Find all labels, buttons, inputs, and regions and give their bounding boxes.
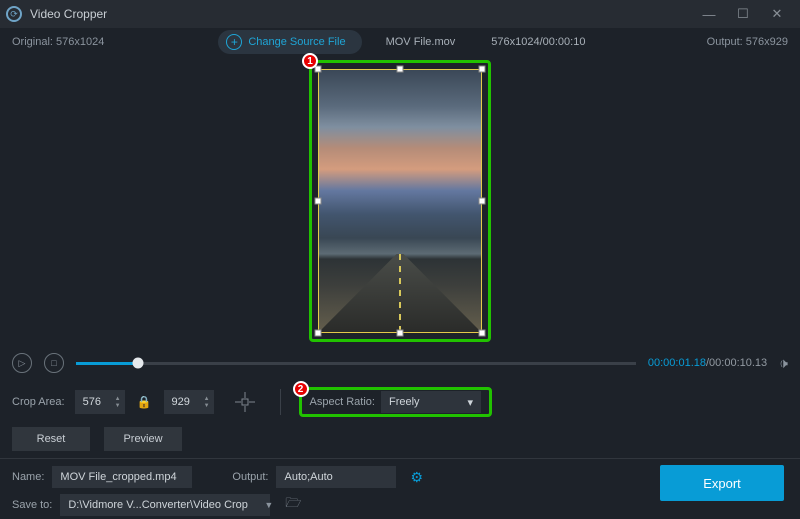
aspect-ratio-label: Aspect Ratio: bbox=[310, 396, 375, 408]
crop-handle-n[interactable] bbox=[397, 66, 404, 73]
preview-area: 1 bbox=[0, 56, 800, 346]
divider bbox=[0, 458, 800, 459]
aspect-ratio-highlight: 2 Aspect Ratio: Freely ▾ bbox=[299, 387, 492, 417]
gear-icon[interactable]: ⚙ bbox=[410, 469, 423, 486]
output-field[interactable]: Auto;Auto bbox=[276, 466, 396, 488]
file-meta: 576x1024/00:00:10 bbox=[491, 36, 585, 48]
crop-handle-e[interactable] bbox=[479, 198, 486, 205]
crop-handle-s[interactable] bbox=[397, 330, 404, 337]
app-title: Video Cropper bbox=[30, 7, 107, 21]
name-field[interactable]: MOV File_cropped.mp4 bbox=[52, 466, 192, 488]
maximize-button[interactable]: ☐ bbox=[726, 6, 760, 22]
plus-icon: + bbox=[226, 34, 242, 50]
reset-button[interactable]: Reset bbox=[12, 427, 90, 451]
volume-icon[interactable]: 🕩 bbox=[779, 355, 788, 372]
name-value: MOV File_cropped.mp4 bbox=[60, 471, 176, 483]
crop-width-input[interactable]: 576 ▲▼ bbox=[75, 390, 125, 414]
current-time: 00:00:01.18 bbox=[648, 357, 706, 369]
dropdown-icon[interactable]: ▼ bbox=[264, 500, 273, 510]
close-button[interactable]: ✕ bbox=[760, 6, 794, 22]
file-name: MOV File.mov bbox=[386, 36, 456, 48]
width-down[interactable]: ▼ bbox=[115, 403, 121, 409]
timeline-slider[interactable] bbox=[76, 362, 636, 365]
crop-height-input[interactable]: 929 ▲▼ bbox=[164, 390, 214, 414]
width-up[interactable]: ▲ bbox=[115, 396, 121, 402]
output-label: Output: bbox=[232, 471, 268, 483]
app-logo-icon: ⟳ bbox=[6, 6, 22, 22]
playback-bar: ▷ □ 00:00:01.18/00:00:10.13 🕩 bbox=[0, 346, 800, 380]
stop-button[interactable]: □ bbox=[44, 353, 64, 373]
crop-height-value: 929 bbox=[172, 396, 190, 408]
crop-frame[interactable] bbox=[318, 69, 482, 333]
output-value: Auto;Auto bbox=[284, 471, 332, 483]
timecodes: 00:00:01.18/00:00:10.13 bbox=[648, 357, 767, 369]
export-button[interactable]: Export bbox=[660, 465, 784, 501]
original-size-label: Original: 576x1024 bbox=[12, 36, 104, 48]
name-label: Name: bbox=[12, 471, 44, 483]
play-button[interactable]: ▷ bbox=[12, 353, 32, 373]
total-time: /00:00:10.13 bbox=[706, 357, 767, 369]
crop-highlight-box: 1 bbox=[309, 60, 491, 342]
crop-handle-se[interactable] bbox=[479, 330, 486, 337]
folder-icon[interactable]: 🗁 bbox=[285, 494, 301, 516]
aspect-ratio-select[interactable]: Freely ▾ bbox=[381, 391, 481, 413]
output-size-label: Output: 576x929 bbox=[707, 36, 788, 48]
height-up[interactable]: ▲ bbox=[204, 396, 210, 402]
aspect-ratio-value: Freely bbox=[389, 396, 420, 408]
crop-area-label: Crop Area: bbox=[12, 396, 65, 408]
height-down[interactable]: ▼ bbox=[204, 403, 210, 409]
lock-aspect-icon[interactable]: 🔒 bbox=[137, 395, 152, 409]
annotation-badge-2: 2 bbox=[293, 381, 309, 397]
center-crop-icon[interactable] bbox=[234, 391, 256, 413]
infobar: Original: 576x1024 + Change Source File … bbox=[0, 28, 800, 56]
crop-handle-w[interactable] bbox=[315, 198, 322, 205]
divider bbox=[280, 389, 281, 415]
action-buttons-row: Reset Preview bbox=[0, 424, 800, 454]
preview-button[interactable]: Preview bbox=[104, 427, 182, 451]
crop-handle-ne[interactable] bbox=[479, 66, 486, 73]
crop-controls: Crop Area: 576 ▲▼ 🔒 929 ▲▼ 2 Aspect Rati… bbox=[0, 380, 800, 424]
change-source-label: Change Source File bbox=[248, 36, 345, 48]
saveto-field[interactable]: D:\Vidmore V...Converter\Video Crop bbox=[60, 494, 270, 516]
crop-handle-sw[interactable] bbox=[315, 330, 322, 337]
annotation-badge-1: 1 bbox=[302, 53, 318, 69]
change-source-button[interactable]: + Change Source File bbox=[218, 30, 361, 54]
titlebar: ⟳ Video Cropper — ☐ ✕ bbox=[0, 0, 800, 28]
crop-width-value: 576 bbox=[83, 396, 101, 408]
saveto-label: Save to: bbox=[12, 499, 52, 511]
minimize-button[interactable]: — bbox=[692, 7, 726, 22]
chevron-down-icon: ▾ bbox=[467, 396, 473, 409]
timeline-thumb[interactable] bbox=[132, 358, 143, 369]
saveto-value: D:\Vidmore V...Converter\Video Crop bbox=[68, 499, 248, 511]
